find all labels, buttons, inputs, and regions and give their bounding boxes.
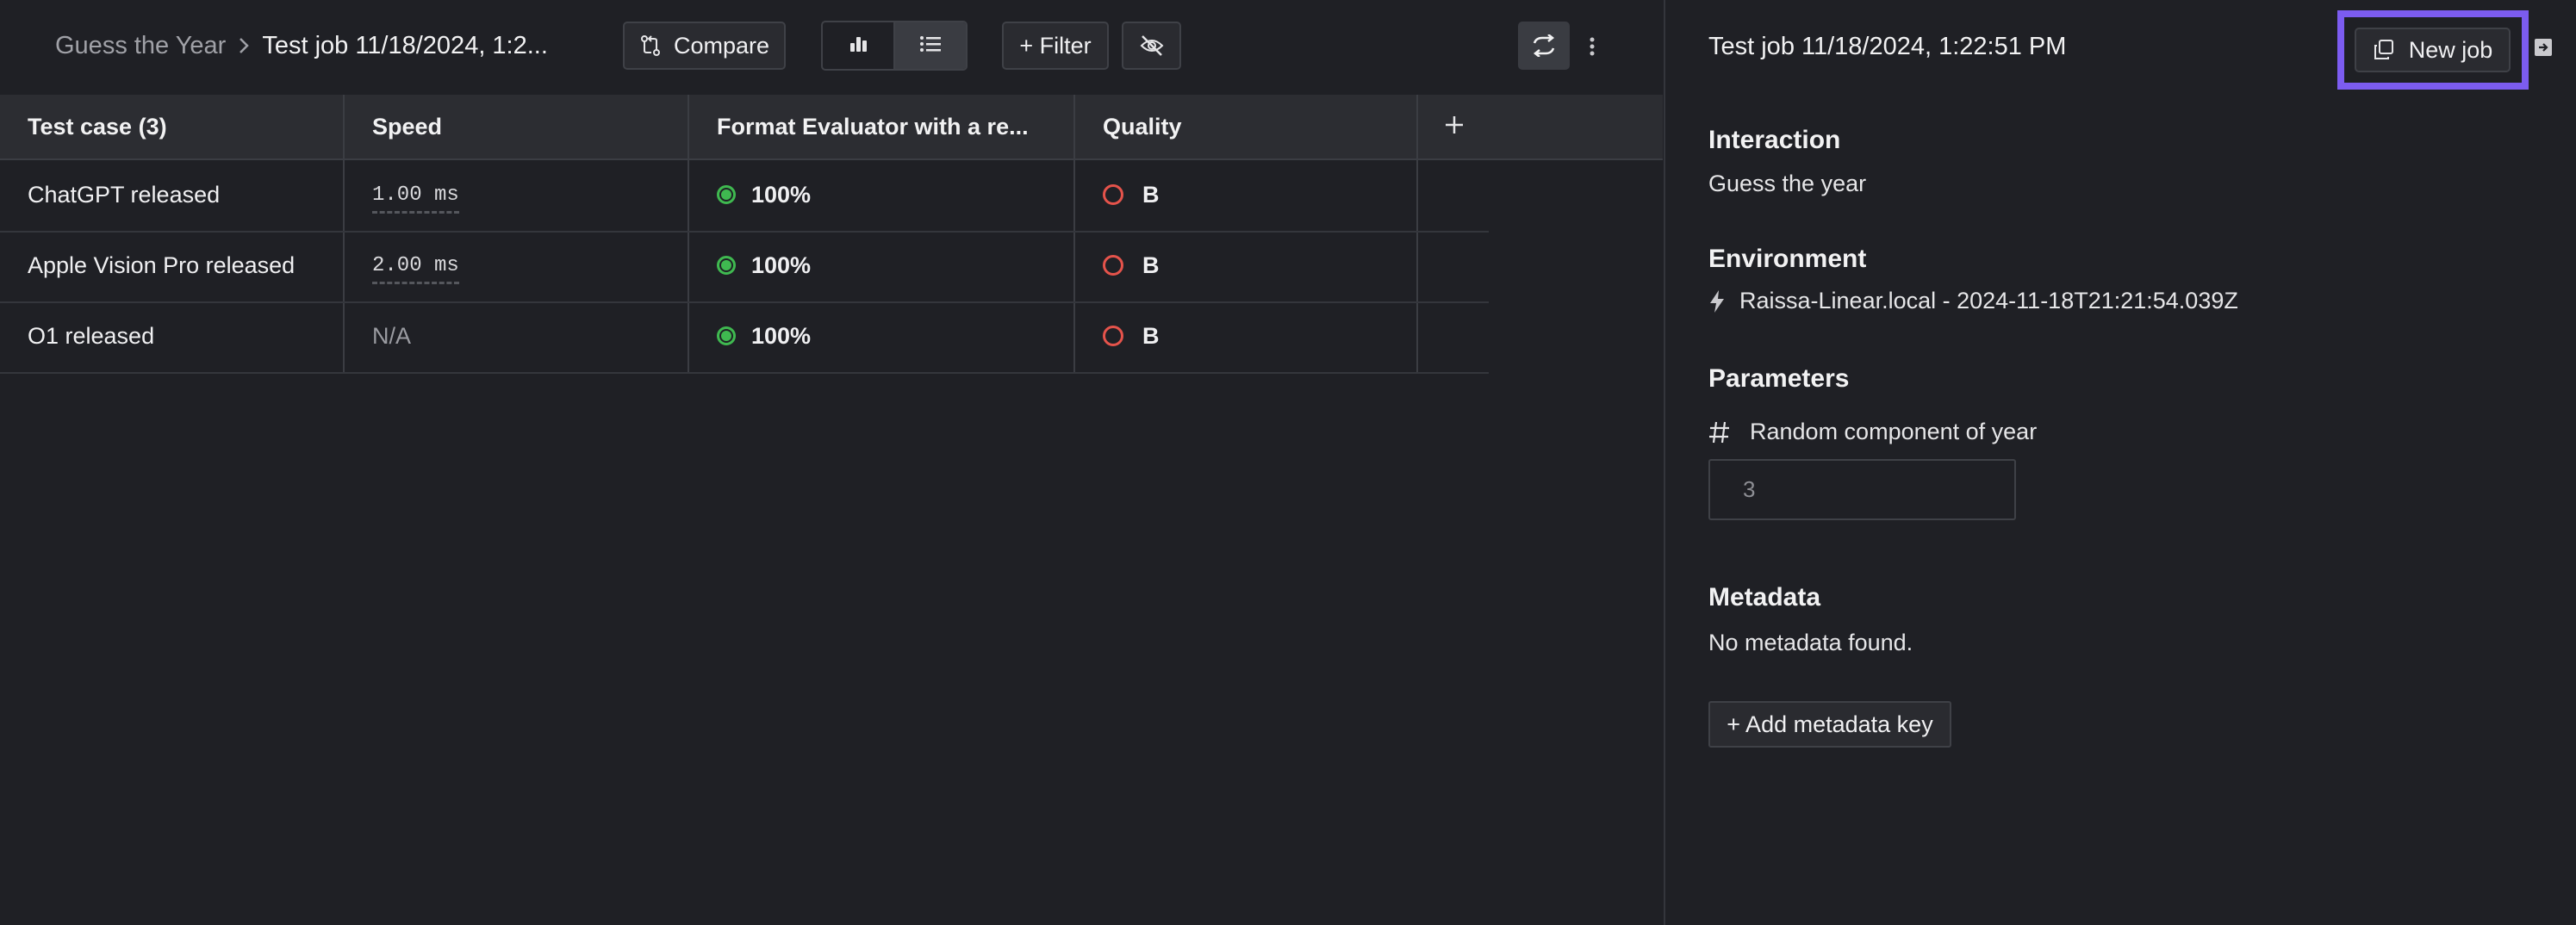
format-score: 100% — [751, 322, 812, 349]
environment-heading: Environment — [1708, 245, 1867, 273]
success-status-icon — [717, 326, 736, 345]
metadata-heading: Metadata — [1708, 583, 1821, 611]
quality-grade: B — [1142, 322, 1160, 349]
interaction-value: Guess the year — [1708, 171, 1867, 196]
breadcrumb: Guess the Year Test job 11/18/2024, 1:2.… — [55, 28, 548, 64]
speed-text: 1.00 ms — [372, 183, 459, 207]
more-vertical-icon[interactable] — [1582, 29, 1602, 64]
speed-cell: N/A — [372, 322, 412, 349]
quality-cell: B — [1075, 160, 1416, 229]
test-case-cell: Apple Vision Pro released — [28, 251, 296, 278]
speed-value: 1.00 ms — [372, 183, 459, 214]
table-row[interactable]: Apple Vision Pro released 2.00 ms 100% B — [0, 231, 1489, 303]
table-header: Test case (3) Speed Format Evaluator wit… — [0, 95, 1663, 160]
compare-button[interactable]: Compare — [623, 22, 786, 70]
filter-button[interactable]: + Filter — [1002, 22, 1109, 70]
parameters-heading: Parameters — [1708, 364, 1850, 393]
dashed-underline — [372, 281, 459, 284]
breadcrumb-current: Test job 11/18/2024, 1:2... — [262, 31, 548, 59]
speed-cell: 2.00 ms — [345, 231, 688, 300]
format-cell: 100% — [689, 160, 1073, 229]
toolbar: Guess the Year Test job 11/18/2024, 1:2.… — [0, 0, 1663, 93]
list-view-button[interactable] — [893, 22, 966, 69]
quality-status-icon — [1103, 184, 1123, 205]
format-cell: 100% — [689, 231, 1073, 300]
quality-cell: B — [1075, 301, 1416, 370]
success-status-icon — [717, 185, 736, 204]
hide-columns-button[interactable] — [1122, 22, 1181, 70]
chart-view-button[interactable] — [823, 22, 893, 69]
results-pane: Guess the Year Test job 11/18/2024, 1:2.… — [0, 0, 1663, 925]
hash-icon — [1708, 420, 1731, 444]
bar-chart-icon — [848, 34, 868, 59]
dashed-underline — [372, 210, 459, 214]
environment-value: Raissa-Linear.local - 2024-11-18T21:21:5… — [1739, 288, 2238, 314]
quality-grade: B — [1142, 181, 1160, 208]
new-job-button[interactable]: New job — [2355, 28, 2511, 72]
speed-cell: 1.00 ms — [345, 160, 688, 229]
environment-row: Raissa-Linear.local - 2024-11-18T21:21:5… — [1708, 288, 2238, 314]
table-row[interactable]: ChatGPT released 1.00 ms 100% B — [0, 160, 1489, 233]
eye-off-icon — [1139, 34, 1165, 57]
chevron-right-icon — [238, 36, 250, 55]
view-toggle — [821, 21, 968, 71]
filter-label: + Filter — [1019, 32, 1092, 59]
speed-value: 2.00 ms — [372, 253, 459, 284]
parameter-input[interactable]: 3 — [1708, 459, 2016, 520]
format-score: 100% — [751, 251, 812, 278]
job-details-panel: Test job 11/18/2024, 1:22:51 PM New job … — [1664, 0, 2576, 925]
success-status-icon — [717, 256, 736, 275]
test-case-cell: O1 released — [28, 322, 155, 349]
test-case-cell: ChatGPT released — [28, 181, 221, 208]
add-metadata-button[interactable]: + Add metadata key — [1708, 701, 1951, 748]
panel-close-icon[interactable] — [2534, 38, 2553, 57]
quality-status-icon — [1103, 255, 1123, 276]
quality-grade: B — [1142, 251, 1160, 278]
parameter-label: Random component of year — [1750, 419, 2038, 444]
metadata-empty-text: No metadata found. — [1708, 630, 1913, 655]
parameter-row: Random component of year — [1708, 419, 2037, 445]
column-header-speed[interactable]: Speed — [345, 95, 688, 158]
quality-status-icon — [1103, 326, 1123, 346]
quality-cell: B — [1075, 231, 1416, 300]
table-row[interactable]: O1 released N/A 100% B — [0, 301, 1489, 374]
job-title: Test job 11/18/2024, 1:22:51 PM — [1708, 33, 2067, 60]
list-icon — [919, 34, 942, 59]
compare-icon — [639, 34, 662, 57]
add-column-button[interactable] — [1418, 95, 1490, 158]
lightning-icon — [1708, 289, 1726, 314]
column-header-test-case[interactable]: Test case (3) — [0, 95, 343, 158]
sync-icon — [1531, 34, 1557, 57]
column-header-format-evaluator[interactable]: Format Evaluator with a re... — [689, 95, 1073, 158]
sync-button[interactable] — [1518, 22, 1570, 70]
plus-icon — [1444, 115, 1465, 140]
speed-text: 2.00 ms — [372, 253, 459, 277]
interaction-heading: Interaction — [1708, 126, 1841, 154]
copy-icon — [2373, 39, 2395, 61]
format-cell: 100% — [689, 301, 1073, 370]
compare-label: Compare — [673, 32, 770, 59]
breadcrumb-parent[interactable]: Guess the Year — [55, 32, 226, 60]
column-header-quality[interactable]: Quality — [1075, 95, 1416, 158]
format-score: 100% — [751, 181, 812, 208]
new-job-label: New job — [2408, 36, 2493, 63]
